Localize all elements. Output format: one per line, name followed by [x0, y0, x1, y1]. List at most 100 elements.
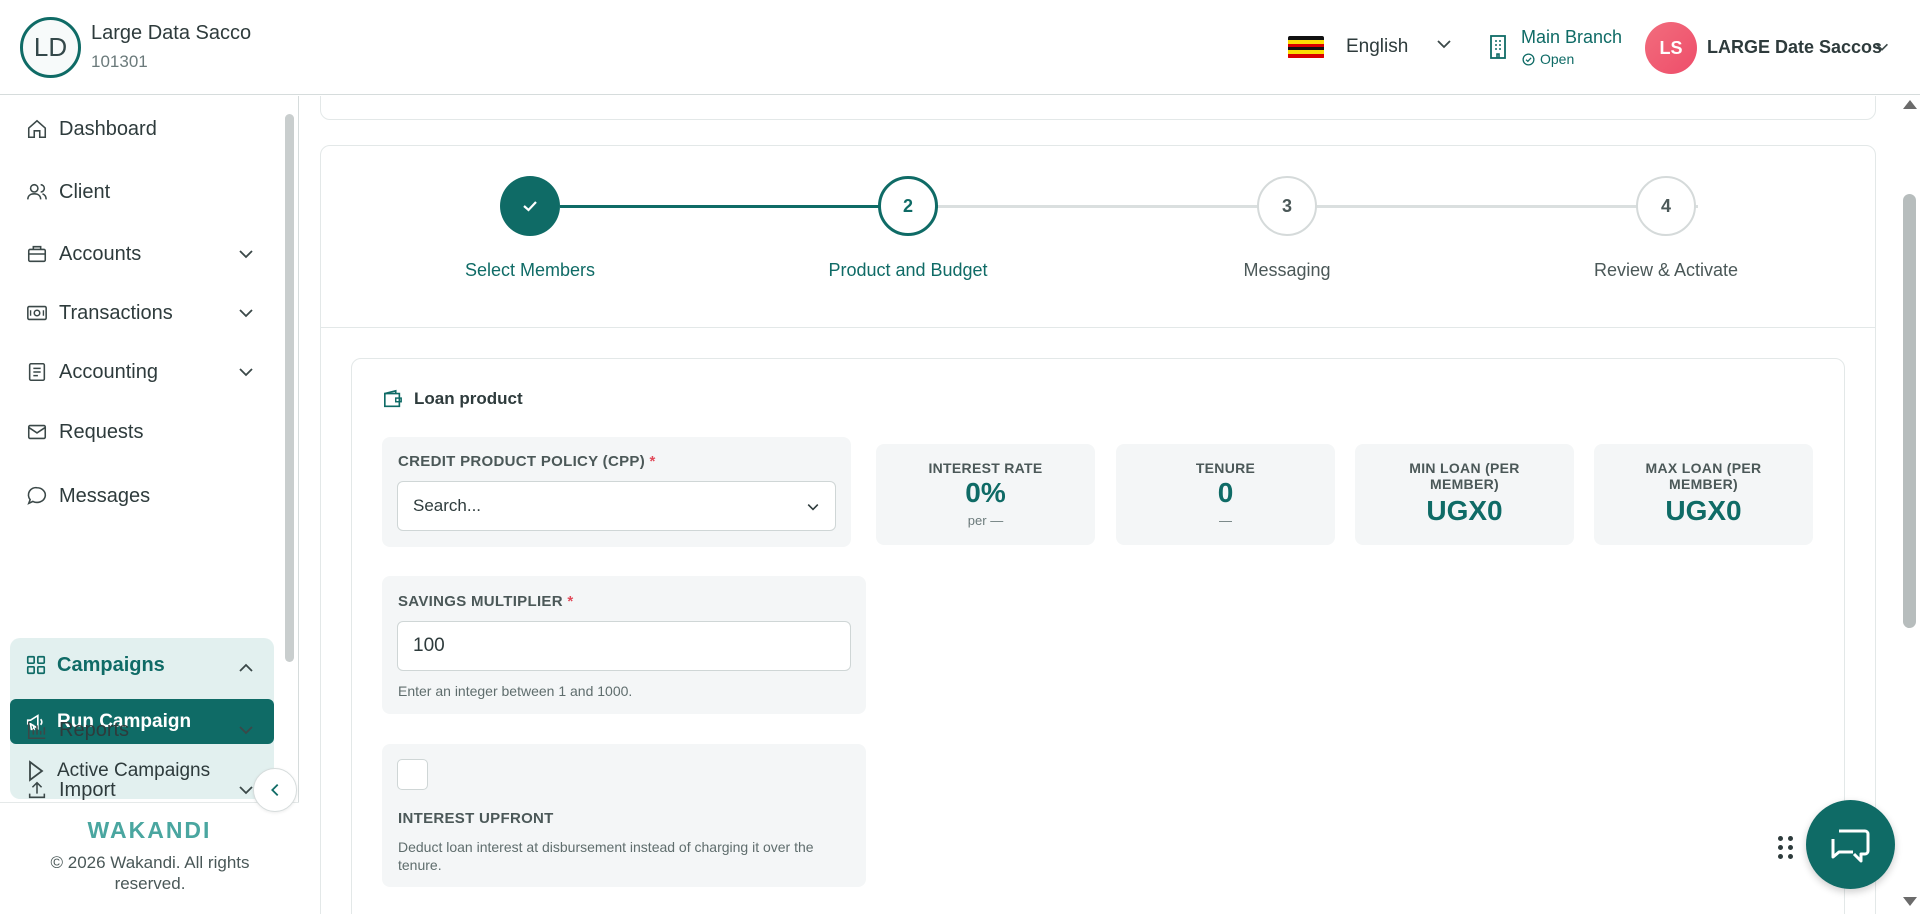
users-icon [25, 180, 49, 204]
loan-product-title: Loan product [382, 389, 523, 409]
stat-label: MAX LOAN (PER MEMBER) [1645, 460, 1762, 492]
savings-multiplier-hint: Enter an integer between 1 and 1000. [398, 683, 633, 699]
wallet-icon [384, 389, 402, 408]
sidebar-item-label: Messages [59, 484, 151, 507]
savings-multiplier-label-text: SAVINGS MULTIPLIER [398, 593, 563, 610]
stat-sub: — [1219, 513, 1232, 528]
sidebar-item-accounts[interactable]: Accounts [10, 228, 274, 280]
interest-upfront-label: INTEREST UPFRONT [398, 810, 554, 827]
sidebar-item-requests[interactable]: Requests [10, 406, 274, 458]
briefcase-icon [25, 242, 49, 266]
interest-rate-stat: INTEREST RATE 0% per — [876, 444, 1095, 545]
collapse-sidebar-button[interactable] [253, 768, 297, 812]
support-chat-button[interactable] [1806, 800, 1895, 889]
home-icon [25, 117, 49, 141]
sidebar-item-label: Requests [59, 420, 144, 443]
loan-product-title-text: Loan product [414, 389, 523, 408]
stat-label: INTEREST RATE [928, 460, 1043, 476]
cpp-select[interactable]: Search... [397, 481, 836, 531]
sidebar-item-dashboard[interactable]: Dashboard [10, 103, 274, 155]
step-3-circle[interactable]: 3 [1257, 176, 1317, 236]
chat-icon [25, 484, 49, 508]
sidebar-item-client[interactable]: Client [10, 166, 274, 218]
chat-bubbles-icon [1831, 829, 1869, 862]
sidebar-item-label: Client [59, 180, 111, 203]
sidebar-item-label: Accounting [59, 360, 158, 383]
page-scrollbar-thumb[interactable] [1903, 194, 1916, 628]
chevron-down-icon [805, 499, 821, 520]
main-content: Select Members 2 Product and Budget 3 Me… [300, 96, 1900, 914]
min-loan-stat: MIN LOAN (PER MEMBER) UGX0 [1355, 444, 1574, 545]
sidebar-item-messages[interactable]: Messages [10, 470, 274, 522]
step-2-circle[interactable]: 2 [878, 176, 938, 236]
org-name: Large Data Sacco [91, 22, 252, 44]
user-menu[interactable]: LARGE Date Saccos [1707, 37, 1882, 58]
scroll-down-arrow-icon[interactable] [1903, 897, 1917, 906]
check-circle-icon [1522, 52, 1535, 66]
user-avatar[interactable]: LS [1645, 22, 1697, 74]
scroll-up-arrow-icon[interactable] [1903, 100, 1917, 109]
step-1-circle[interactable] [500, 176, 560, 236]
stat-value: UGX0 [1665, 495, 1742, 526]
sidebar-item-reports[interactable]: Reports [10, 704, 274, 756]
stepper-connector [938, 205, 1698, 208]
copyright-text: © 2026 Wakandi. All rights reserved. [50, 853, 250, 893]
check-icon [523, 201, 537, 212]
previous-card [320, 96, 1876, 120]
building-icon [1488, 34, 1510, 65]
language-selector[interactable]: English [1346, 36, 1408, 58]
bar-chart-icon [25, 718, 49, 742]
chevron-up-icon[interactable] [236, 658, 256, 683]
stat-value: 0 [1217, 477, 1234, 508]
wakandi-logo: WAKANDI [87, 817, 212, 843]
top-header: LD Large Data Sacco 101301 English Main … [0, 0, 1920, 95]
step-3-label[interactable]: Messaging [1167, 260, 1407, 281]
stepper-divider [321, 327, 1875, 328]
sidebar-item-label: Transactions [59, 301, 173, 324]
interest-upfront-hint: Deduct loan interest at disbursement ins… [398, 839, 814, 873]
branch-status: Open [1522, 51, 1574, 67]
org-avatar[interactable]: LD [20, 17, 81, 78]
sidebar-item-label: Accounts [59, 242, 142, 265]
sidebar-item-label: Reports [59, 718, 130, 741]
required-mark: * [567, 593, 574, 610]
sidebar-item-label: Import [59, 778, 116, 801]
org-id: 101301 [91, 52, 148, 71]
cpp-label: CREDIT PRODUCT POLICY (CPP) * [398, 453, 656, 470]
sidebar-item-campaigns[interactable]: Campaigns [25, 650, 165, 680]
step-4-label[interactable]: Review & Activate [1546, 260, 1786, 281]
chevron-down-icon[interactable] [236, 303, 256, 329]
step-1-label[interactable]: Select Members [410, 260, 650, 281]
chevron-down-icon[interactable] [236, 720, 256, 746]
chevron-down-icon[interactable] [1873, 38, 1891, 61]
chevron-down-icon[interactable] [236, 244, 256, 270]
stat-value: UGX0 [1426, 495, 1503, 526]
chevron-left-icon [271, 783, 279, 797]
sidebar-item-label: Campaigns [57, 653, 165, 676]
sidebar-item-label: Dashboard [59, 117, 157, 140]
money-icon [25, 301, 49, 325]
branch-selector[interactable]: Main Branch [1521, 27, 1622, 48]
stat-value: 0% [965, 477, 1006, 508]
chevron-down-icon[interactable] [1434, 34, 1454, 59]
chevron-down-icon[interactable] [236, 362, 256, 388]
drag-handle-icon[interactable] [1778, 836, 1794, 859]
cpp-select-placeholder: Search... [413, 496, 482, 515]
mail-icon [25, 420, 49, 444]
savings-multiplier-input[interactable]: 100 [397, 621, 851, 671]
grid-icon [25, 654, 47, 676]
interest-upfront-checkbox[interactable] [397, 759, 428, 790]
tenure-stat: TENURE 0 — [1116, 444, 1335, 545]
ledger-icon [25, 360, 49, 384]
max-loan-stat: MAX LOAN (PER MEMBER) UGX0 [1594, 444, 1813, 545]
cpp-label-text: CREDIT PRODUCT POLICY (CPP) [398, 453, 646, 470]
stat-sub: per — [967, 513, 1004, 528]
uganda-flag-icon [1288, 36, 1324, 59]
sidebar-item-transactions[interactable]: Transactions [10, 287, 274, 339]
step-4-circle[interactable]: 4 [1636, 176, 1696, 236]
sidebar-scrollbar[interactable] [285, 114, 294, 662]
required-mark: * [649, 453, 656, 470]
sidebar-item-accounting[interactable]: Accounting [10, 346, 274, 398]
step-2-label[interactable]: Product and Budget [788, 260, 1028, 281]
stat-label: MIN LOAN (PER MEMBER) [1409, 460, 1520, 492]
